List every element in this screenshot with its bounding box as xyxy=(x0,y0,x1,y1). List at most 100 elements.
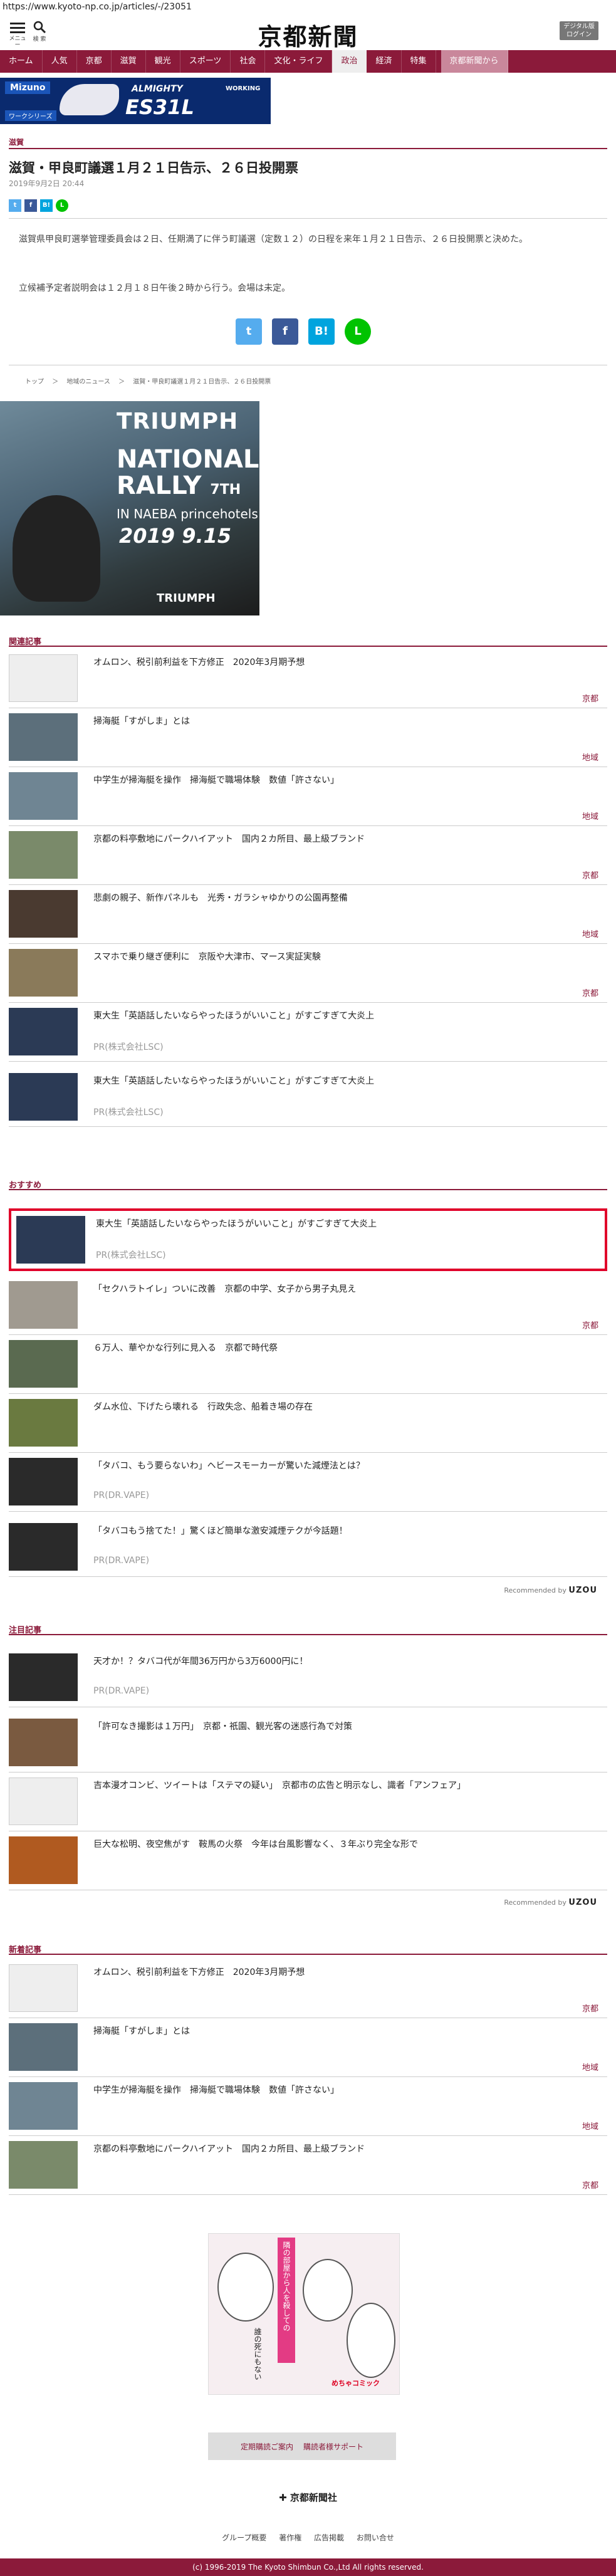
company-name: 京都新聞社 xyxy=(290,2492,337,2503)
item-title: 掃海艇「すがしま」とは xyxy=(93,716,190,726)
latest-item[interactable]: 中学生が掃海艇を操作 掃海艇で職場体験 数値「許さない」 地域 xyxy=(9,2077,607,2136)
site-logo[interactable]: 京都新聞 xyxy=(0,18,616,52)
subscriber-support-link[interactable]: 購読者様サポート xyxy=(303,2441,363,2452)
article-category[interactable]: 滋賀 xyxy=(9,137,24,147)
nav-item-features[interactable]: 特集 xyxy=(402,50,436,73)
uzou-logo: UZOU xyxy=(568,1898,597,1907)
item-tag: 京都 xyxy=(582,871,598,881)
notable-credit[interactable]: Recommended by UZOU xyxy=(504,1898,597,1907)
article-thumbnail xyxy=(16,1216,85,1264)
facebook-share-button[interactable]: f xyxy=(24,199,37,212)
nav-item-tourism[interactable]: 観光 xyxy=(146,50,180,73)
item-title: 東大生「英語話したいならやったほうがいいこと」がすごすぎて大炎上 xyxy=(93,1076,375,1086)
recommended-item[interactable]: 「タバコ、もう要らないわ」ヘビースモーカーが驚いた減煙法とは？ PR(DR.VA… xyxy=(9,1453,607,1512)
related-item[interactable]: オムロン、税引前利益を下方修正 2020年3月期予想 京都 xyxy=(9,649,607,708)
breadcrumb: トップ ＞ 地域のニュース ＞ 滋賀・甲良町議選１月２１日告示、２６日投開票 xyxy=(25,376,277,385)
item-title: 巨大な松明、夜空焦がす 鞍馬の火祭 今年は台風影響なく、３年ぶり完全な形で xyxy=(93,1840,418,1850)
ad-brand: Mizuno xyxy=(5,81,51,94)
motorcycle-rider-image xyxy=(13,495,100,602)
item-title: オムロン、税引前利益を下方修正 2020年3月期予想 xyxy=(93,657,305,668)
ad-date: 2019 9.15 xyxy=(119,524,232,548)
item-tag: 地域 xyxy=(582,812,598,822)
item-title: オムロン、税引前利益を下方修正 2020年3月期予想 xyxy=(93,1967,305,1977)
notable-item[interactable]: 天才か！？タバコ代が年間36万円から3万6000円に！ PR(DR.VAPE) xyxy=(9,1648,607,1707)
recommended-item[interactable]: 「セクハラトイレ」ついに改善 京都の中学、女子から男子丸見え 京都 xyxy=(9,1276,607,1335)
latest-item[interactable]: オムロン、税引前利益を下方修正 2020年3月期予想 京都 xyxy=(9,1959,607,2018)
article-thumbnail xyxy=(9,1399,78,1447)
ad-series: ワークシリーズ xyxy=(5,110,56,121)
ad-line: NATIONAL xyxy=(117,445,259,474)
nav-item-economy[interactable]: 経済 xyxy=(367,50,402,73)
recommended-item-highlighted[interactable]: 東大生「英語話したいならやったほうがいいこと」がすごすぎて大炎上 PR(株式会社… xyxy=(9,1208,607,1271)
recommended-item[interactable]: ダム水位、下げたら壊れる 行政失念、船着き場の存在 xyxy=(9,1394,607,1453)
item-title: 中学生が掃海艇を操作 掃海艇で職場体験 数値「許さない」 xyxy=(93,2085,339,2095)
ad-venue: IN NAEBA princehotels xyxy=(117,506,258,521)
item-sponsor: PR(株式会社LSC) xyxy=(96,1250,166,1260)
hatena-share-button[interactable]: B! xyxy=(308,318,335,345)
manga-character-image xyxy=(303,2259,353,2322)
related-item[interactable]: 中学生が掃海艇を操作 掃海艇で職場体験 数値「許さない」 地域 xyxy=(9,767,607,826)
twitter-share-button[interactable]: t xyxy=(9,199,21,212)
nav-item-home[interactable]: ホーム xyxy=(0,50,43,73)
recommended-credit[interactable]: Recommended by UZOU xyxy=(504,1586,597,1595)
related-item[interactable]: スマホで乗り継ぎ便利に 京阪や大津市、マース実証実験 京都 xyxy=(9,944,607,1003)
article-thumbnail xyxy=(9,772,78,820)
login-button[interactable]: デジタル版 ログイン xyxy=(560,21,598,40)
article-thumbnail xyxy=(9,1073,78,1121)
notable-item[interactable]: 吉本漫才コンビ、ツイートは「ステマの疑い」 京都市の広告と明示なし、識者「アンフ… xyxy=(9,1772,607,1831)
latest-item[interactable]: 京都の料亭敷地にパークハイアット 国内２カ所目、最上級ブランド 京都 xyxy=(9,2136,607,2195)
nav-item-sports[interactable]: スポーツ xyxy=(180,50,231,73)
nav-item-politics[interactable]: 政治 xyxy=(332,50,367,73)
article-thumbnail xyxy=(9,1281,78,1329)
nav-item-culture[interactable]: 文化・ライフ xyxy=(265,50,333,73)
copyright-bar: (c) 1996-2019 The Kyoto Shimbun Co.,Ltd … xyxy=(0,2558,616,2576)
ad-model: ES31L xyxy=(125,95,194,119)
article-thumbnail xyxy=(9,831,78,879)
footer-links: グループ概要 著作権 広告掲載 お問い合せ xyxy=(0,2532,616,2543)
footer-link-copyright[interactable]: 著作権 xyxy=(279,2533,301,2542)
latest-item[interactable]: 掃海艇「すがしま」とは 地域 xyxy=(9,2018,607,2077)
breadcrumb-item[interactable]: 地域のニュース xyxy=(66,379,110,385)
recommended-item[interactable]: 「タバコもう捨てた！」驚くほど簡単な激安減煙テクが今話題！ PR(DR.VAPE… xyxy=(9,1518,607,1577)
subscription-link[interactable]: 定期購読ご案内 xyxy=(241,2441,293,2452)
hatena-share-button[interactable]: B! xyxy=(40,199,53,212)
breadcrumb-item[interactable]: トップ xyxy=(25,379,44,385)
article-date: 2019年9月2日 20:44 xyxy=(9,179,85,188)
notable-item[interactable]: 巨大な松明、夜空焦がす 鞍馬の火祭 今年は台風影響なく、３年ぶり完全な形で xyxy=(9,1831,607,1890)
nav-item-from-kyoto-np[interactable]: 京都新聞から xyxy=(441,50,508,73)
manga-ad[interactable]: 隣の部屋から人を殺しての 誰の死にもない めちゃコミック xyxy=(208,2233,400,2395)
nav-item-society[interactable]: 社会 xyxy=(231,50,266,73)
nav-item-shiga[interactable]: 滋賀 xyxy=(112,50,146,73)
item-tag: 京都 xyxy=(582,2181,598,2191)
item-sponsor: PR(DR.VAPE) xyxy=(93,1556,150,1566)
item-tag: 地域 xyxy=(582,2122,598,2132)
item-sponsor: PR(DR.VAPE) xyxy=(93,1686,150,1696)
footer-logo[interactable]: ✚ 京都新聞社 xyxy=(0,2491,616,2504)
facebook-share-button[interactable]: f xyxy=(272,318,298,345)
line-share-button[interactable]: L xyxy=(56,199,68,212)
nav-item-popular[interactable]: 人気 xyxy=(43,50,77,73)
article-paragraph: 立候補予定者説明会は１２月１８日午後２時から行う。会場は未定。 xyxy=(19,283,291,293)
related-item[interactable]: 掃海艇「すがしま」とは 地域 xyxy=(9,708,607,767)
url-bar[interactable]: https://www.kyoto-np.co.jp/articles/-/23… xyxy=(3,0,192,14)
item-title: 「セクハラトイレ」ついに改善 京都の中学、女子から男子丸見え xyxy=(93,1284,357,1294)
nav-item-kyoto[interactable]: 京都 xyxy=(77,50,112,73)
credit-label: Recommended by xyxy=(504,1586,566,1594)
mizuno-ad-banner[interactable]: Mizuno ALMIGHTY ES31L WORKING ワークシリーズ xyxy=(0,78,271,124)
recommended-item[interactable]: ６万人、華やかな行列に見入る 京都で時代祭 xyxy=(9,1335,607,1394)
footer-link-contact[interactable]: お問い合せ xyxy=(357,2533,394,2542)
item-sponsor: PR(株式会社LSC) xyxy=(93,1042,164,1052)
footer-link-group[interactable]: グループ概要 xyxy=(222,2533,266,2542)
shoe-image xyxy=(60,84,119,115)
footer-link-ads[interactable]: 広告掲載 xyxy=(314,2533,344,2542)
twitter-share-button[interactable]: t xyxy=(236,318,262,345)
line-share-button[interactable]: L xyxy=(345,318,371,345)
ad-edition: 7TH xyxy=(210,482,241,498)
related-item[interactable]: 京都の料亭敷地にパークハイアット 国内２カ所目、最上級ブランド 京都 xyxy=(9,826,607,885)
related-item[interactable]: 東大生「英語話したいならやったほうがいいこと」がすごすぎて大炎上 PR(株式会社… xyxy=(9,1068,607,1127)
triumph-ad[interactable]: TRIUMPH NATIONAL RALLY 7TH IN NAEBA prin… xyxy=(0,401,259,615)
ad-tag: WORKING xyxy=(226,85,261,92)
related-item[interactable]: 東大生「英語話したいならやったほうがいいこと」がすごすぎて大炎上 PR(株式会社… xyxy=(9,1003,607,1062)
related-item[interactable]: 悲劇の親子、新作パネルも 光秀・ガラシャゆかりの公園再整備 地域 xyxy=(9,885,607,944)
notable-item[interactable]: 「許可なき撮影は１万円」 京都・祇園、観光客の迷惑行為で対策 xyxy=(9,1714,607,1772)
